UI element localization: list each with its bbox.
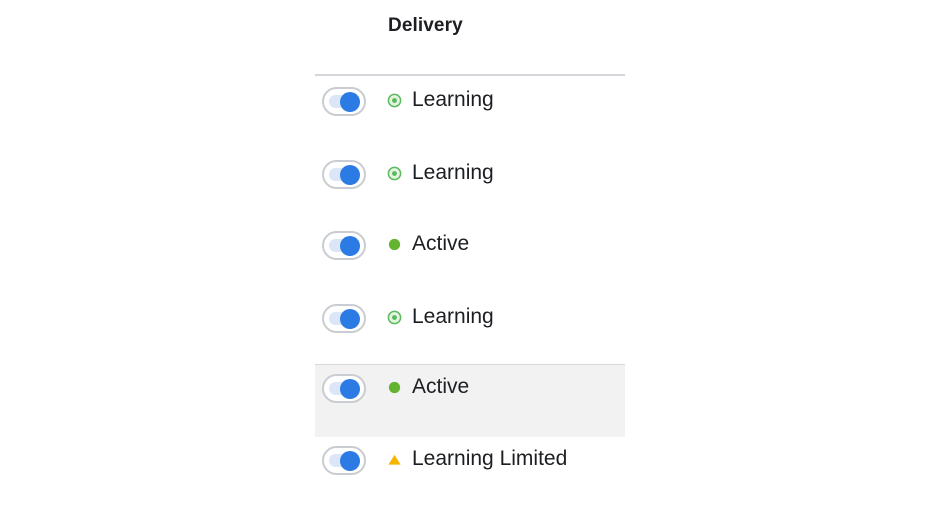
active-dot-icon	[388, 238, 401, 250]
delivery-status: Learning	[387, 87, 494, 113]
table-row: Learning	[315, 78, 625, 150]
delivery-status: Learning	[387, 304, 494, 330]
table-row: Learning	[315, 151, 625, 223]
delivery-toggle[interactable]	[322, 160, 366, 189]
table-row: Active	[315, 364, 625, 437]
status-label: Learning	[412, 88, 494, 111]
column-header: Delivery	[315, 0, 625, 76]
table-row: Active	[315, 222, 625, 294]
delivery-column: Delivery Learning Learning Active Learni…	[315, 0, 625, 496]
delivery-toggle[interactable]	[322, 87, 366, 116]
status-label: Active	[412, 375, 470, 398]
toggle-knob	[340, 309, 360, 329]
delivery-status: Active	[387, 374, 469, 400]
learning-icon	[387, 310, 402, 324]
learning-icon	[387, 93, 402, 107]
delivery-status: Learning Limited	[387, 446, 567, 472]
delivery-toggle[interactable]	[322, 446, 366, 475]
active-dot-icon	[388, 381, 401, 393]
status-label: Learning Limited	[412, 447, 568, 470]
learning-icon	[387, 166, 402, 180]
table-row: Learning	[315, 295, 625, 367]
status-label: Active	[412, 232, 470, 255]
toggle-knob	[340, 92, 360, 112]
column-header-title: Delivery	[388, 15, 463, 36]
toggle-knob	[340, 165, 360, 185]
status-label: Learning	[412, 305, 494, 328]
delivery-status: Learning	[387, 160, 494, 186]
delivery-status: Active	[387, 231, 469, 257]
warning-triangle-icon	[388, 454, 401, 465]
delivery-toggle[interactable]	[322, 231, 366, 260]
delivery-toggle[interactable]	[322, 374, 366, 403]
toggle-knob	[340, 451, 360, 471]
table-row: Learning Limited	[315, 437, 625, 509]
toggle-knob	[340, 236, 360, 256]
toggle-knob	[340, 379, 360, 399]
status-label: Learning	[412, 161, 494, 184]
delivery-toggle[interactable]	[322, 304, 366, 333]
